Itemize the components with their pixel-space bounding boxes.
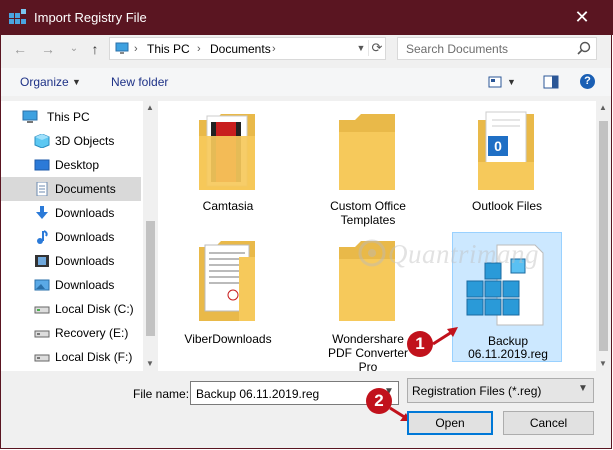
window-title: Import Registry File [34, 10, 147, 25]
back-button[interactable]: ← [11, 41, 29, 57]
sidebar-item-label: Downloads [55, 206, 115, 220]
sidebar-item-label: This PC [47, 110, 90, 124]
breadcrumb-separator: › [272, 43, 276, 55]
sidebar-item-documents[interactable]: Documents [1, 177, 141, 201]
watermark-text: Quantrimang [388, 239, 540, 269]
help-icon[interactable]: ? [580, 74, 595, 89]
cancel-button[interactable]: Cancel [503, 411, 594, 435]
sidebar-item-local-disk-c[interactable]: Local Disk (C:) [1, 297, 141, 321]
file-item-label: Camtasia [202, 199, 254, 213]
registry-app-icon [9, 9, 26, 24]
breadcrumb-this-pc[interactable]: This PC [147, 42, 190, 56]
pc-icon [22, 110, 38, 123]
file-item-label: Outlook Files [471, 199, 543, 213]
breadcrumb-documents[interactable]: Documents [210, 42, 271, 56]
watermark-logo-icon [358, 239, 386, 267]
scroll-up-icon[interactable]: ▲ [143, 103, 157, 112]
callout-arrow-icon [432, 327, 458, 346]
pc-icon [115, 42, 129, 54]
drive-icon [34, 354, 50, 362]
breadcrumb-separator: › [197, 43, 201, 55]
file-list-scrollbar[interactable]: ▲ ▼ [596, 101, 610, 371]
title-bar: Import Registry File ✕ [0, 0, 613, 35]
scrollbar-thumb[interactable] [146, 221, 155, 336]
sidebar-item-label: Local Disk (C:) [55, 302, 134, 316]
desktop-icon [34, 159, 50, 171]
file-type-value[interactable]: Registration Files (*.reg) [412, 384, 541, 398]
open-button[interactable]: Open [407, 411, 493, 435]
sidebar-item-3d-objects[interactable]: 3D Objects [1, 129, 141, 153]
sidebar-item-local-disk-f[interactable]: Local Disk (F:) [1, 345, 141, 369]
forward-button[interactable]: → [39, 41, 57, 57]
search-box[interactable]: Search Documents [397, 37, 597, 60]
file-item-label: Templates [340, 213, 396, 227]
file-type-select[interactable]: Registration Files (*.reg) ▼ [407, 378, 594, 403]
file-item-viberdownloads[interactable]: ViberDownloads [173, 237, 283, 365]
scrollbar-thumb[interactable] [599, 121, 608, 351]
sidebar-item-label: 3D Objects [55, 134, 115, 148]
pictures-icon [34, 279, 50, 291]
file-item-label: Backup [487, 334, 529, 348]
folder-icon [199, 114, 255, 190]
file-item-outlook-files[interactable]: 0 Outlook Files [452, 106, 562, 234]
scroll-up-icon[interactable]: ▲ [596, 103, 610, 112]
view-options-icon[interactable] [488, 74, 504, 90]
address-bar[interactable]: › This PC › Documents › ▼ ⟳ [109, 37, 386, 60]
documents-icon [36, 182, 48, 196]
file-item-label: ViberDownloads [184, 332, 272, 346]
sidebar-item-this-pc[interactable]: This PC [1, 105, 141, 129]
file-item-label: PDF Converter [327, 346, 409, 360]
command-bar [1, 68, 611, 96]
scroll-down-icon[interactable]: ▼ [596, 359, 610, 368]
recent-locations-chevron-icon[interactable]: ⌄ [65, 41, 83, 57]
close-icon[interactable]: ✕ [567, 5, 597, 29]
folder-icon [339, 114, 395, 190]
file-item-custom-office-templates[interactable]: Custom Office Templates [313, 106, 423, 234]
address-dropdown-icon[interactable]: ▼ [355, 41, 367, 55]
callout-step-1: 1 [407, 331, 433, 357]
file-item-label: 06.11.2019.reg [468, 347, 548, 361]
file-item-camtasia[interactable]: Camtasia [173, 106, 283, 234]
file-item-label: Custom Office [330, 199, 406, 213]
sidebar-item-label: Downloads [55, 230, 115, 244]
organize-chevron-icon[interactable]: ▼ [72, 77, 81, 87]
refresh-icon[interactable]: ⟳ [368, 40, 385, 56]
sidebar-item-label: Local Disk (F:) [55, 350, 133, 364]
sidebar-item-downloads[interactable]: Downloads [1, 201, 141, 225]
sidebar-item-label: Downloads [55, 254, 115, 268]
sidebar-item-videos[interactable]: Downloads [1, 249, 141, 273]
music-icon [37, 230, 48, 244]
search-icon [577, 41, 591, 55]
new-folder-button[interactable]: New folder [111, 75, 168, 89]
svg-text:0: 0 [494, 138, 502, 154]
cube-icon [34, 134, 50, 148]
drive-icon [34, 330, 50, 338]
download-icon [36, 206, 48, 219]
sidebar-item-pictures[interactable]: Downloads [1, 273, 141, 297]
sidebar-item-label: Recovery (E:) [55, 326, 129, 340]
sidebar-item-label: Downloads [55, 278, 115, 292]
sidebar-item-music[interactable]: Downloads [1, 225, 141, 249]
file-name-label: File name: [133, 387, 190, 401]
sidebar-item-recovery-e[interactable]: Recovery (E:) [1, 321, 141, 345]
organize-button[interactable]: Organize [20, 75, 69, 89]
scroll-down-icon[interactable]: ▼ [143, 359, 157, 368]
watermark: Quantrimang [354, 235, 584, 275]
drive-icon [34, 306, 50, 314]
folder-icon [199, 241, 255, 321]
sidebar-item-label: Desktop [55, 158, 100, 172]
navigation-scrollbar[interactable]: ▲ ▼ [143, 101, 157, 371]
sidebar-item-label: Documents [55, 182, 116, 196]
view-chevron-icon[interactable]: ▼ [507, 77, 516, 87]
sidebar-item-desktop[interactable]: Desktop [1, 153, 141, 177]
preview-pane-icon[interactable] [543, 74, 559, 90]
search-placeholder[interactable]: Search Documents [406, 42, 508, 56]
video-icon [35, 255, 49, 267]
chevron-down-icon[interactable]: ▼ [578, 383, 588, 394]
file-name-value[interactable]: Backup 06.11.2019.reg [196, 387, 319, 401]
folder-icon: 0 [478, 111, 534, 190]
file-item-label: Pro [358, 360, 378, 374]
up-button[interactable]: ↑ [86, 41, 104, 57]
breadcrumb-separator: › [134, 43, 138, 55]
